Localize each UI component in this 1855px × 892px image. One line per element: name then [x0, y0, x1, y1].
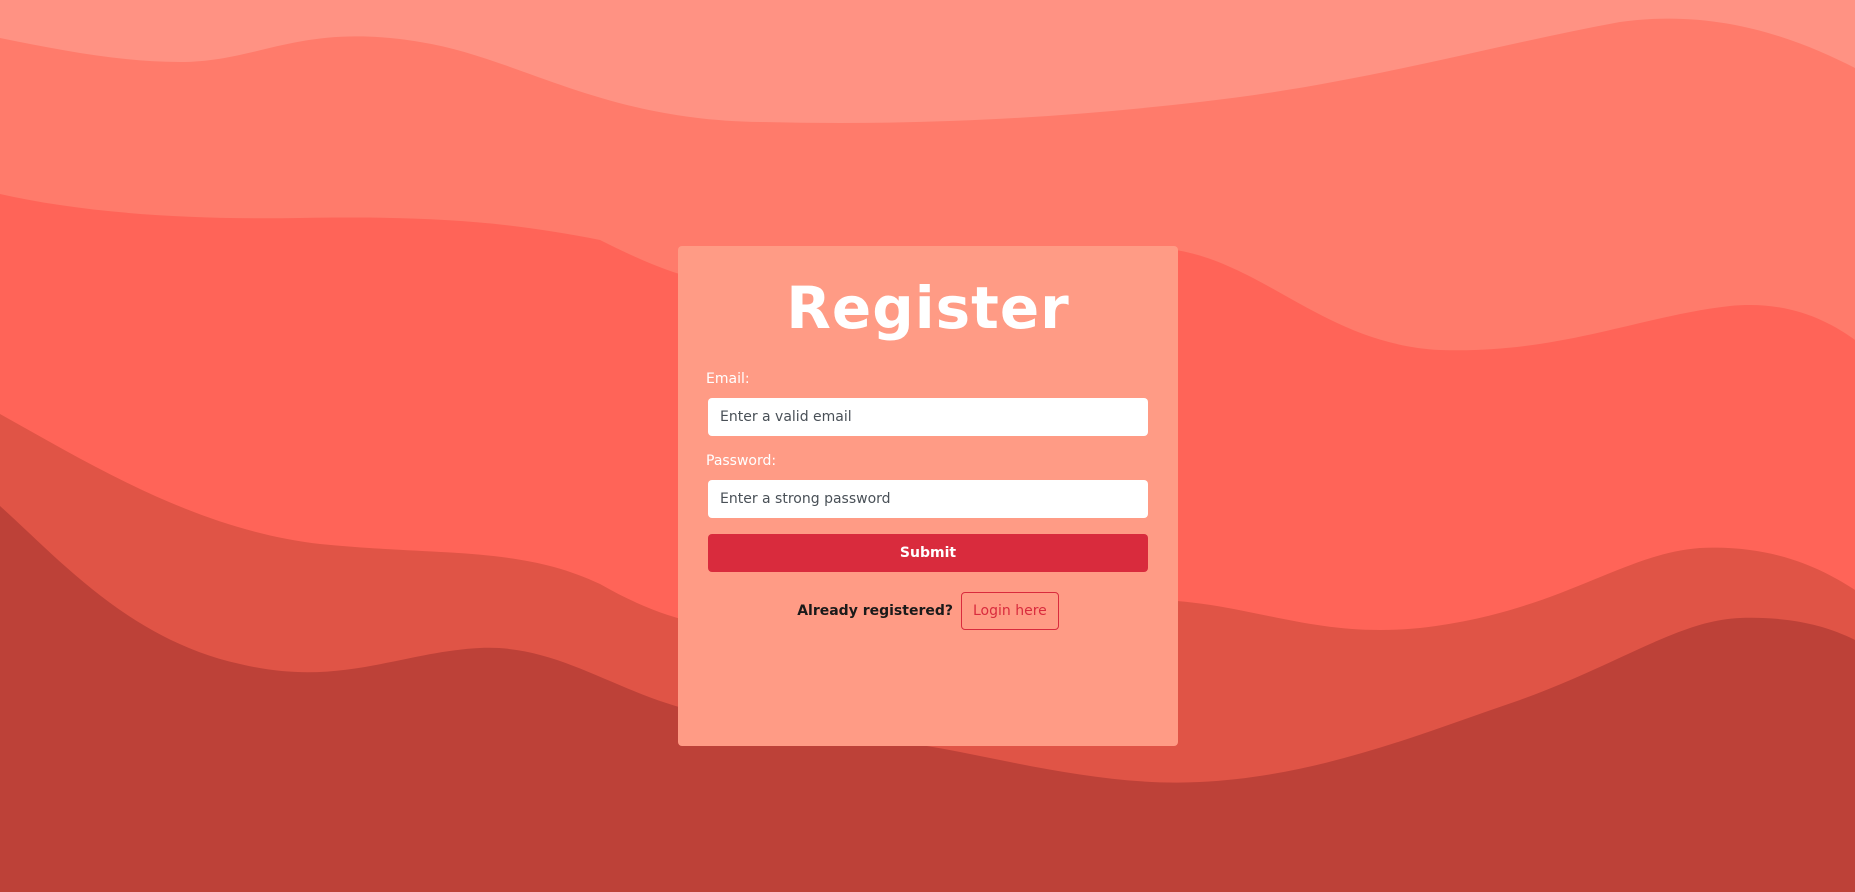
login-button[interactable]: Login here	[961, 592, 1059, 630]
register-card: Register Email: Password: Submit Already…	[678, 246, 1178, 746]
page-title: Register	[786, 274, 1070, 342]
already-registered-text: Already registered?	[797, 603, 953, 619]
password-field[interactable]	[708, 480, 1148, 518]
email-field[interactable]	[708, 398, 1148, 436]
email-label: Email:	[706, 371, 750, 387]
submit-button[interactable]: Submit	[708, 534, 1148, 572]
login-row: Already registered? Login here	[708, 592, 1148, 630]
page-background: Register Email: Password: Submit Already…	[0, 0, 1855, 892]
password-label: Password:	[706, 453, 777, 469]
